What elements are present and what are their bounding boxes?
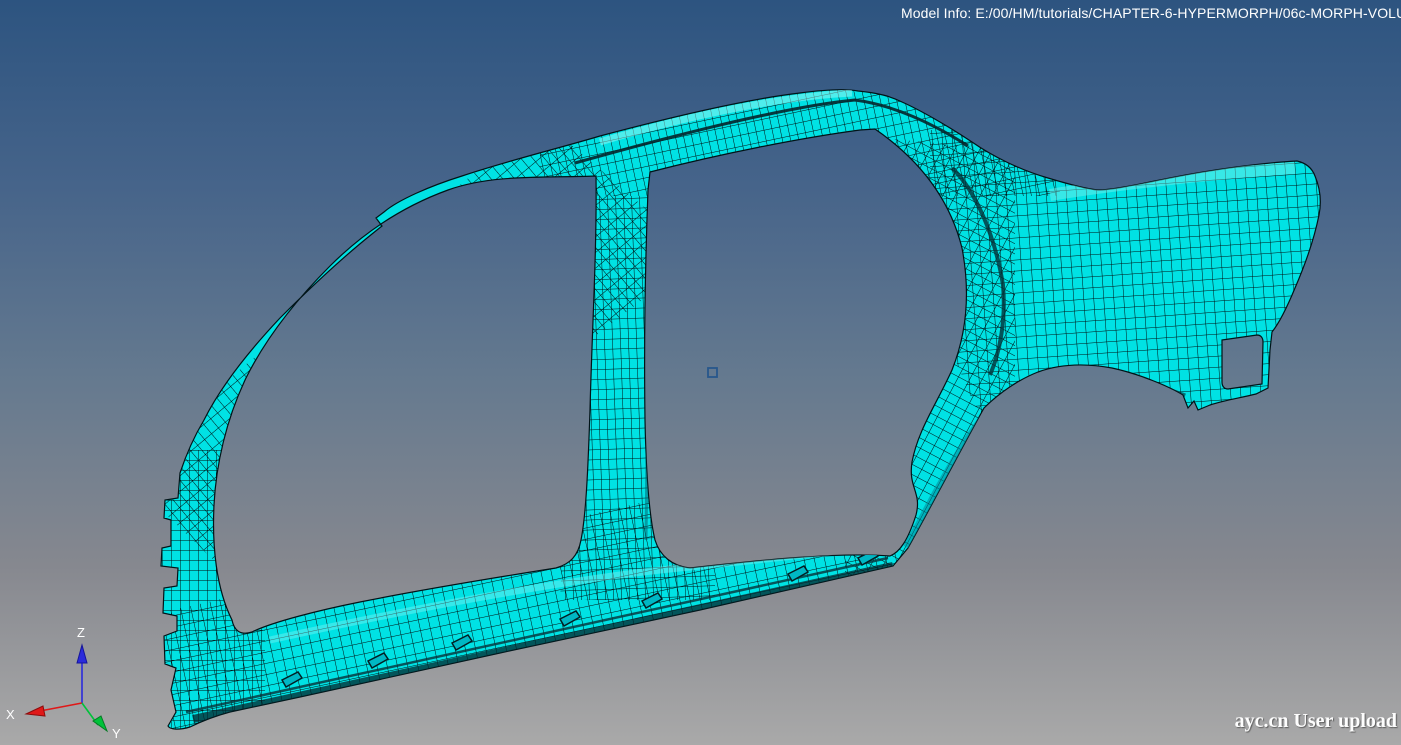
- viewport[interactable]: Z X Y Model Info: E:/00/HM/tutorials/CHA…: [0, 0, 1401, 745]
- y-axis-arrow: [93, 716, 107, 731]
- hinge-pillar-shade: [221, 470, 232, 595]
- axis-triad: Z X Y: [6, 625, 121, 741]
- a-pillar-highlight: [240, 205, 470, 420]
- mesh-grid-overlay: [120, 80, 1340, 745]
- x-axis-line: [40, 703, 82, 711]
- front-hinge-pillar-mesh: [138, 450, 265, 745]
- y-axis-label: Y: [112, 726, 121, 741]
- watermark-text: ayc.cn User upload: [1235, 710, 1397, 733]
- x-axis-label: X: [6, 707, 15, 722]
- c-pillar-wheel-arch-mesh: [845, 135, 1015, 600]
- quarter-bottom-shadow: [1000, 380, 1185, 405]
- car-side-frame-mesh[interactable]: [120, 80, 1340, 745]
- rotation-center-marker: [708, 368, 717, 377]
- z-axis-label: Z: [77, 625, 85, 640]
- z-axis-arrow: [77, 645, 87, 663]
- model-canvas[interactable]: Z X Y: [0, 0, 1401, 745]
- x-axis-arrow: [26, 706, 45, 716]
- model-info-text: Model Info: E:/00/HM/tutorials/CHAPTER-6…: [901, 5, 1401, 21]
